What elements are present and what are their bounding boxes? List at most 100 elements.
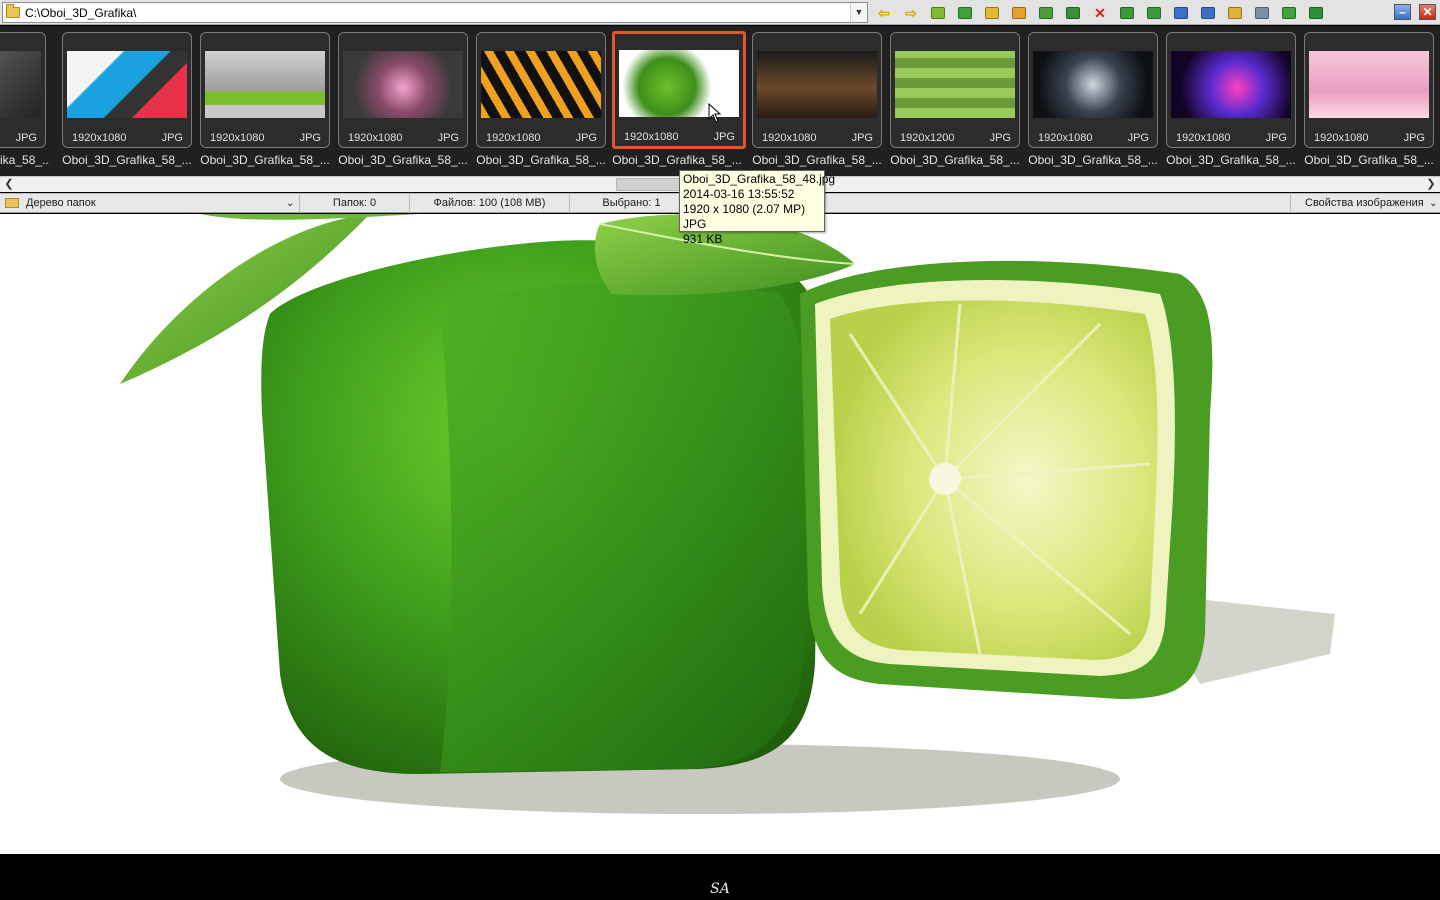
thumbnail-resolution: 1920x1080 xyxy=(348,132,403,144)
main-image-view[interactable] xyxy=(0,214,1440,854)
address-bar[interactable]: C:\Oboi_3D_Grafika\ ▼ xyxy=(2,2,868,23)
thumbnail[interactable]: 1920x1080 JPG xyxy=(752,32,882,148)
thumbnail-filename[interactable]: Oboi_3D_Grafika_58_... xyxy=(198,153,332,167)
thumbnail-format: JPG xyxy=(1127,132,1149,144)
thumbnail[interactable]: JPG xyxy=(0,32,46,148)
up-folder-icon[interactable] xyxy=(927,3,949,23)
settings-glyph xyxy=(1282,7,1296,19)
scroll-left-arrow-icon[interactable]: ❮ xyxy=(2,177,16,192)
thumbnail-filename[interactable]: Oboi_3D_Grafika_58_... xyxy=(1164,153,1298,167)
new-folder-icon[interactable] xyxy=(1008,3,1030,23)
thumbnail-image xyxy=(481,51,601,118)
toolbar-buttons: ⇦ ⇨ ✕ xyxy=(873,3,1327,23)
tooltip-dimensions: 1920 x 1080 (2.07 MP) JPG xyxy=(683,202,806,231)
scroll-right-arrow-icon[interactable]: ❯ xyxy=(1424,177,1438,192)
thumbnail[interactable]: 1920x1080 JPG xyxy=(338,32,468,148)
back-icon[interactable]: ⇦ xyxy=(873,3,895,23)
thumbnail[interactable]: 1920x1080 JPG xyxy=(200,32,330,148)
folder-icon xyxy=(6,4,20,18)
thumbnail-format: JPG xyxy=(437,132,459,144)
delete-icon[interactable]: ✕ xyxy=(1089,3,1111,23)
thumbnail[interactable]: 1920x1080 JPG xyxy=(62,32,192,148)
thumbnail-format: JPG xyxy=(713,131,735,143)
compare-glyph xyxy=(1174,7,1188,19)
image-properties-label: Свойства изображения xyxy=(1305,197,1424,209)
thumbnail-resolution: 1920x1080 xyxy=(1038,132,1093,144)
slideshow-icon[interactable] xyxy=(1197,3,1219,23)
thumbnail-resolution: 1920x1080 xyxy=(762,132,817,144)
bottom-bar: SA xyxy=(0,854,1440,900)
copy-to-glyph xyxy=(1039,7,1053,19)
thumbnail-format: JPG xyxy=(1403,132,1425,144)
settings-icon[interactable] xyxy=(1278,3,1300,23)
email-icon[interactable] xyxy=(1224,3,1246,23)
tooltip-filename: Oboi_3D_Grafika_58_48.jpg xyxy=(683,172,836,186)
chevron-down-icon: ⌄ xyxy=(286,198,295,209)
forward-icon[interactable]: ⇨ xyxy=(900,3,922,23)
thumbnail-format: JPG xyxy=(575,132,597,144)
thumbnail-format: JPG xyxy=(299,132,321,144)
thumbnail-image xyxy=(67,51,187,118)
thumbnail-format: JPG xyxy=(15,132,37,144)
thumbnail[interactable]: 1920x1080 JPG xyxy=(476,32,606,148)
thumbnail-filename[interactable]: Oboi_3D_Grafika_58_... xyxy=(1026,153,1160,167)
exit-glyph xyxy=(1309,7,1323,19)
thumbnail-image xyxy=(757,51,877,118)
thumbnail-format: JPG xyxy=(851,132,873,144)
folders-count: Папок: 0 xyxy=(300,194,410,213)
mouse-cursor-icon xyxy=(708,103,722,123)
cube-lime-image xyxy=(120,214,1335,814)
selected-count: Выбрано: 1 xyxy=(570,194,694,213)
thumbnail[interactable]: 1920x1080 JPG xyxy=(1166,32,1296,148)
address-dropdown-button[interactable]: ▼ xyxy=(850,3,867,22)
thumbnail-filename[interactable]: Oboi_3D_Grafika_58_... xyxy=(474,153,608,167)
thumbnail-resolution: 1920x1080 xyxy=(1314,132,1369,144)
rotate-left-glyph xyxy=(1120,7,1134,19)
thumbnail[interactable]: 1920x1080 JPG xyxy=(1028,32,1158,148)
thumbnail[interactable]: 1920x1200 JPG xyxy=(890,32,1020,148)
print-glyph xyxy=(1255,7,1269,19)
print-icon[interactable] xyxy=(1251,3,1273,23)
address-path: C:\Oboi_3D_Grafika\ xyxy=(25,6,137,20)
rotate-left-icon[interactable] xyxy=(1116,3,1138,23)
thumbnail-selected[interactable]: 1920x1080 JPG xyxy=(612,31,746,149)
exit-icon[interactable] xyxy=(1305,3,1327,23)
thumbnail-filename[interactable]: Oboi_3D_Grafika_58_... xyxy=(888,153,1022,167)
thumbnail-filename[interactable]: Oboi_3D_Grafika_58_... xyxy=(60,153,194,167)
thumbnail-resolution: 1920x1200 xyxy=(900,132,955,144)
thumbnail-image xyxy=(343,51,463,118)
thumbnail-resolution: 1920x1080 xyxy=(624,131,679,143)
thumbnail-format: JPG xyxy=(161,132,183,144)
rotate-right-icon[interactable] xyxy=(1143,3,1165,23)
close-button[interactable]: ✕ xyxy=(1419,4,1436,20)
email-glyph xyxy=(1228,7,1242,19)
thumbnail-tooltip: Oboi_3D_Grafika_58_48.jpg 2014-03-16 13:… xyxy=(679,170,836,246)
thumbnail-image xyxy=(0,51,41,118)
thumbnail[interactable]: 1920x1080 JPG xyxy=(1304,32,1434,148)
refresh-icon[interactable] xyxy=(954,3,976,23)
new-folder-glyph xyxy=(1012,7,1026,19)
folder-tree-toggle[interactable]: Дерево папок ⌄ xyxy=(0,194,300,213)
move-to-icon[interactable] xyxy=(1062,3,1084,23)
compare-icon[interactable] xyxy=(1170,3,1192,23)
chevron-down-icon: ⌄ xyxy=(1429,198,1438,209)
refresh-glyph xyxy=(958,7,972,19)
thumbnail-filename[interactable]: Oboi_3D_Grafika_58_... xyxy=(336,153,470,167)
thumbnail-image xyxy=(205,51,325,118)
scrollbar-thumb[interactable] xyxy=(616,178,686,191)
thumbnail-filename[interactable]: Oboi_3D_Grafika_58_... xyxy=(750,153,884,167)
image-properties-toggle[interactable]: Свойства изображения ⌄ xyxy=(1290,194,1440,213)
minimize-button[interactable]: – xyxy=(1394,4,1411,20)
slideshow-glyph xyxy=(1201,7,1215,19)
thumbnail-filename[interactable]: Oboi_3D_Grafika_58_... xyxy=(610,153,744,167)
folder-icon xyxy=(5,198,19,208)
copy-to-icon[interactable] xyxy=(1035,3,1057,23)
rotate-right-glyph xyxy=(1147,7,1161,19)
thumbnail-filename[interactable]: ika_58_... xyxy=(0,153,50,167)
folder-star-icon[interactable] xyxy=(981,3,1003,23)
thumbnail-image xyxy=(1033,51,1153,118)
folder-tree-label: Дерево папок xyxy=(26,197,96,209)
thumbnail-filename[interactable]: Oboi_3D_Grafika_58_... xyxy=(1302,153,1436,167)
move-to-glyph xyxy=(1066,7,1080,19)
signature-text: SA xyxy=(710,881,730,897)
